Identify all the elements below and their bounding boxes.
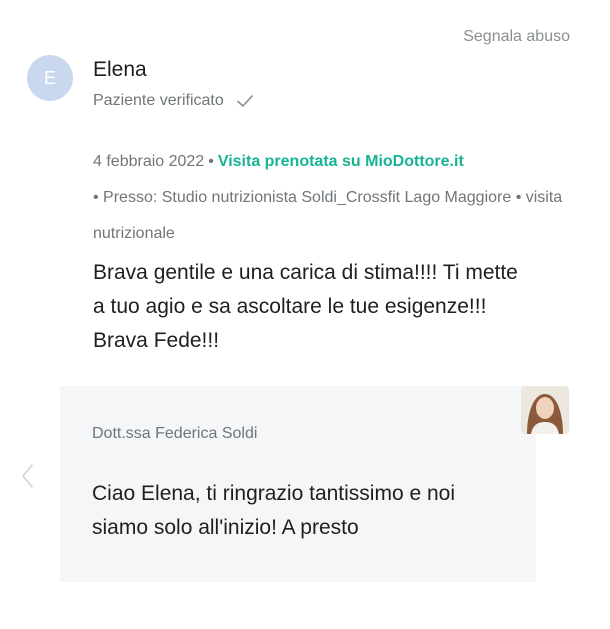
review-date-line: 4 febbraio 2022 • Visita prenotata su MioD… — [93, 144, 573, 180]
doctor-photo — [521, 386, 569, 434]
check-icon — [236, 95, 253, 107]
reply-text: Ciao Elena, ti ringrazio tantissimo e no… — [92, 482, 456, 539]
review-author: Elena — [93, 58, 147, 81]
doctor-photo-icon — [521, 386, 569, 434]
booking-source: Visita prenotata su MioDottore.it — [217, 153, 464, 170]
review-date: 4 febbraio 2022 — [93, 153, 205, 170]
chevron-left-icon[interactable] — [18, 462, 38, 490]
avatar-initial: E — [43, 67, 56, 88]
report-abuse-link[interactable]: Segnala abuso — [463, 28, 570, 46]
review-text: Brava gentile e una carica di stima!!!! … — [93, 261, 518, 352]
verified-badge: Paziente verificato — [93, 92, 254, 110]
reply-doctor-name: Dott.ssa Federica Soldi — [92, 425, 258, 442]
verified-label: Paziente verificato — [93, 92, 224, 109]
review-meta: 4 febbraio 2022 • Visita prenotata su MioD… — [93, 144, 573, 252]
avatar: E — [27, 55, 73, 101]
meta-separator: • — [208, 153, 214, 170]
review-location: • Presso: Studio nutrizionista Soldi_Cro… — [93, 189, 563, 242]
